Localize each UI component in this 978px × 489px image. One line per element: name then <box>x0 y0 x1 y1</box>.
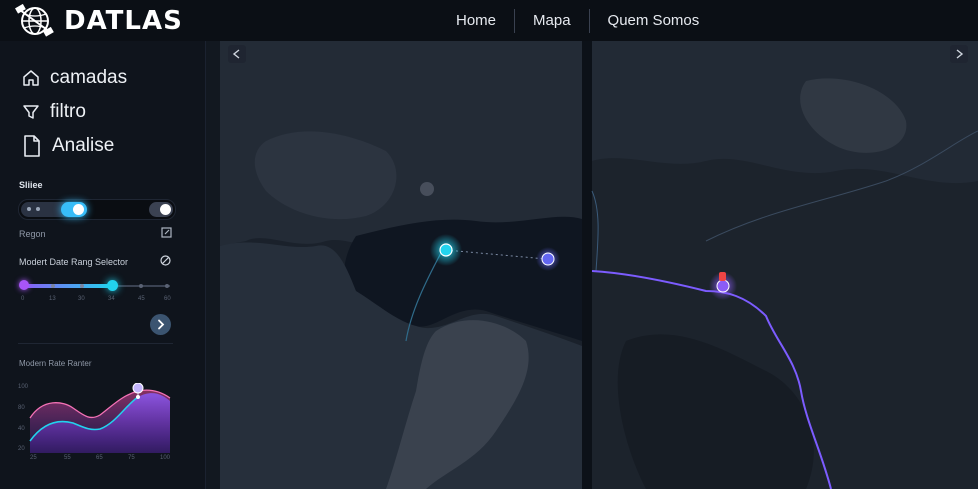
slider-stop <box>51 284 55 288</box>
rate-chart <box>29 383 171 453</box>
slider-stop <box>80 284 84 288</box>
y-tick: 40 <box>18 426 25 432</box>
split-divider[interactable] <box>582 41 592 489</box>
tick-label: 60 <box>164 296 171 302</box>
map-marker-red[interactable] <box>719 272 726 281</box>
dots-icon <box>36 207 40 211</box>
satellite-map[interactable] <box>206 41 978 489</box>
x-tick: 55 <box>64 455 71 461</box>
satellite-globe-icon <box>15 4 54 37</box>
sidebar-item-label: camadas <box>50 67 128 88</box>
date-range-slider[interactable] <box>18 279 173 293</box>
tick-label: 45 <box>138 296 145 302</box>
chevron-left-button[interactable] <box>228 45 246 63</box>
chevron-right-button[interactable] <box>950 45 968 63</box>
x-tick: 100 <box>160 455 171 461</box>
tick-label: 34 <box>108 296 115 302</box>
tick-label: 30 <box>78 296 85 302</box>
slider-section-title: Sliiee <box>19 180 43 190</box>
x-tick: 65 <box>96 455 103 461</box>
tick-label: 0 <box>21 296 25 302</box>
y-tick: 80 <box>18 405 25 411</box>
x-tick: 25 <box>30 455 37 461</box>
expand-icon[interactable] <box>161 227 172 238</box>
slider-handle-end[interactable] <box>107 280 118 291</box>
slider-stop <box>139 284 143 288</box>
home-icon <box>23 70 39 86</box>
divider <box>18 343 173 344</box>
nav-mapa[interactable]: Mapa <box>515 12 589 29</box>
dots-icon <box>27 207 31 211</box>
slider-stop <box>165 284 169 288</box>
map-marker-purple[interactable] <box>716 279 730 293</box>
sidebar-item-label: filtro <box>50 101 86 122</box>
next-button[interactable] <box>150 314 171 335</box>
slider-handle-start[interactable] <box>19 280 29 290</box>
y-tick: 100 <box>18 384 29 390</box>
rate-chart-title: Modern Rate Ranter <box>19 359 92 368</box>
top-bar: DATLAS Home Mapa Quem Somos <box>0 0 978 42</box>
slider-fill <box>22 284 112 288</box>
sidebar-item-analise[interactable]: Analise <box>22 134 114 158</box>
nav-home[interactable]: Home <box>438 12 514 29</box>
y-tick: 20 <box>18 446 25 452</box>
toggle-knob-cyan-dot <box>73 204 84 215</box>
map-marker-blue[interactable] <box>541 252 555 266</box>
document-icon <box>24 135 40 157</box>
date-range-title: Modert Date Rang Selector <box>19 257 129 267</box>
chart-handle[interactable] <box>132 383 144 394</box>
map-marker-cyan[interactable] <box>439 243 453 257</box>
main-nav: Home Mapa Quem Somos <box>438 0 717 41</box>
sidebar: camadas filtro Analise Sliiee Regon Mode… <box>0 41 206 489</box>
nav-quem-somos[interactable]: Quem Somos <box>590 12 718 29</box>
toggle-bar[interactable] <box>18 199 176 220</box>
region-label: Regon <box>19 229 46 239</box>
x-tick: 75 <box>128 455 135 461</box>
settings-icon[interactable] <box>160 255 171 266</box>
map-canvas[interactable] <box>206 41 978 489</box>
sidebar-item-filtro[interactable]: filtro <box>22 101 86 123</box>
filter-icon <box>23 105 39 119</box>
chevron-right-icon <box>158 319 165 330</box>
sidebar-item-label: Analise <box>52 135 115 156</box>
brand-name: DATLAS <box>64 6 183 36</box>
sidebar-item-camadas[interactable]: camadas <box>22 67 127 89</box>
tick-label: 13 <box>49 296 56 302</box>
logo[interactable]: DATLAS <box>14 4 183 38</box>
toggle-right-knob <box>160 204 171 215</box>
map-marker-faint[interactable] <box>420 182 434 196</box>
